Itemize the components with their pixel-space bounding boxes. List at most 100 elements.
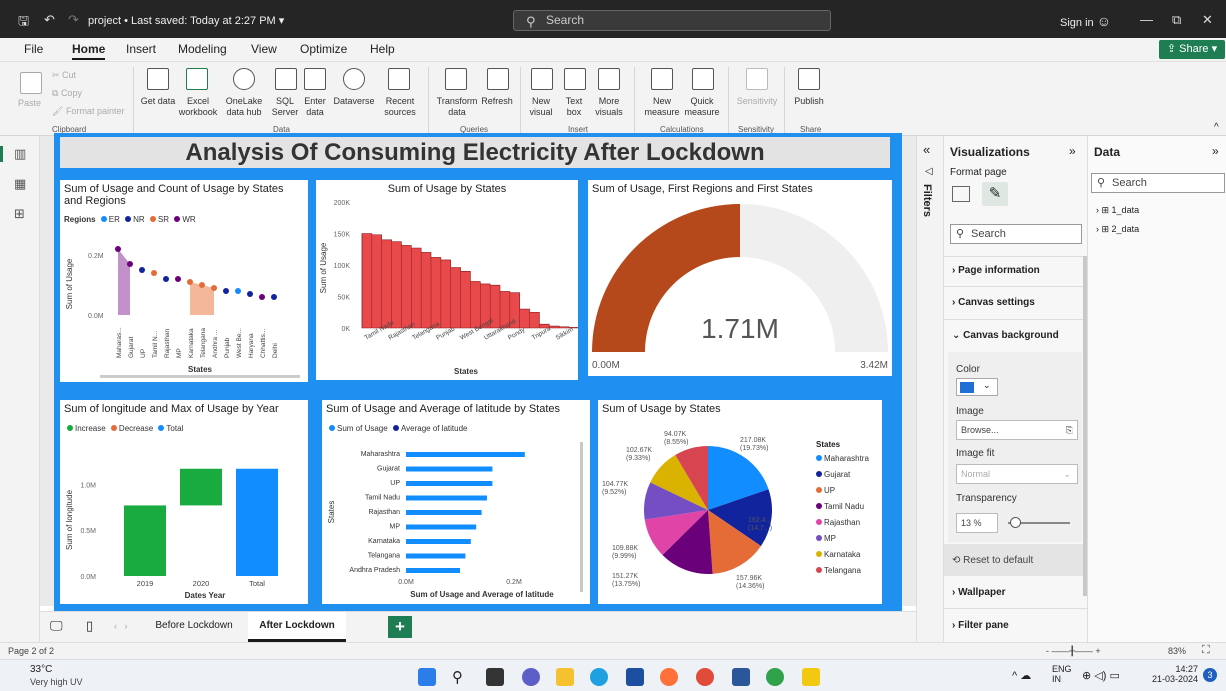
search-icon[interactable]: ⚲ xyxy=(452,668,470,686)
clock[interactable]: 14:27 21-03-2024 xyxy=(1150,664,1198,684)
network-volume-battery-icon[interactable]: ⊕ ◁) ▭ xyxy=(1082,669,1120,682)
chat-icon[interactable] xyxy=(522,668,540,686)
language-indicator[interactable]: ENG IN xyxy=(1052,664,1072,684)
visual-pie[interactable]: Sum of Usage by States 217.08K (19.73%) 16… xyxy=(598,400,882,604)
sql-server-button[interactable]: SQL Server xyxy=(268,96,302,118)
windows-start-icon[interactable] xyxy=(418,668,436,686)
cut-button[interactable]: ✂ Cut xyxy=(52,70,76,81)
data-search-input[interactable]: ⚲ Search xyxy=(1091,173,1225,193)
quick-measure-button[interactable]: Quick measure xyxy=(680,96,724,118)
publish-button[interactable]: Publish xyxy=(790,96,828,107)
expand-icon[interactable]: » xyxy=(1069,144,1076,158)
menu-optimize[interactable]: Optimize xyxy=(300,42,347,56)
scatter-point xyxy=(247,291,253,297)
new-measure-button[interactable]: New measure xyxy=(640,96,684,118)
menu-help[interactable]: Help xyxy=(370,42,395,56)
copy-button[interactable]: ⧉ Copy xyxy=(52,88,82,99)
paste-button[interactable]: Paste xyxy=(18,98,41,109)
slider-thumb[interactable] xyxy=(1010,517,1021,528)
visual-bar-latitude[interactable]: Sum of Usage and Average of latitude by … xyxy=(322,400,590,604)
transform-data-button[interactable]: Transform data xyxy=(434,96,480,118)
transparency-input[interactable]: 13 % xyxy=(956,513,998,533)
notification-badge[interactable]: 3 xyxy=(1203,668,1217,682)
format-brush-icon[interactable]: ✎ xyxy=(982,182,1008,206)
fit-page-icon[interactable]: ⛶ xyxy=(1202,644,1210,657)
powerbi-icon[interactable] xyxy=(802,668,820,686)
visual-waterfall[interactable]: Sum of longitude and Max of Usage by Yea… xyxy=(60,400,308,604)
tab-after-lockdown[interactable]: After Lockdown xyxy=(248,612,346,642)
refresh-button[interactable]: Refresh xyxy=(480,96,514,107)
new-visual-button[interactable]: New visual xyxy=(526,96,556,118)
edge-icon[interactable] xyxy=(590,668,608,686)
excel-workbook-button[interactable]: Excel workbook xyxy=(173,96,223,118)
reset-button[interactable]: ⟲ Reset to default xyxy=(952,555,1033,566)
y-tick-label: 0.0M xyxy=(80,574,96,581)
y-tick-label: Rajasthan xyxy=(368,509,400,516)
collapse-icon[interactable]: « xyxy=(923,142,930,157)
sign-in-button[interactable]: Sign in ☺ xyxy=(1060,13,1111,29)
redo-icon[interactable]: ↷ xyxy=(68,12,79,28)
dataverse-button[interactable]: Dataverse xyxy=(333,96,375,107)
restore-icon[interactable]: ⧉ xyxy=(1172,12,1181,28)
filters-pane-collapsed[interactable]: « ◁ Filters xyxy=(916,136,943,642)
section-page-information[interactable]: › Page information xyxy=(952,265,1040,276)
format-painter-button[interactable]: 🖌 Format painter xyxy=(52,106,124,117)
add-page-button[interactable]: + xyxy=(388,616,412,638)
word-icon[interactable] xyxy=(732,668,750,686)
legend-marker xyxy=(816,567,822,573)
project-title[interactable]: project • Last saved: Today at 2:27 PM ▾ xyxy=(88,14,284,27)
sensitivity-button[interactable]: Sensitivity xyxy=(734,96,780,107)
section-canvas-background[interactable]: ⌄ Canvas background xyxy=(952,330,1059,341)
table-view-icon[interactable]: ▦ xyxy=(14,176,28,191)
section-wallpaper[interactable]: › Wallpaper xyxy=(952,587,1006,598)
menu-modeling[interactable]: Modeling xyxy=(178,42,227,56)
section-filter-pane[interactable]: › Filter pane xyxy=(952,620,1009,631)
undo-icon[interactable]: ↶ xyxy=(44,12,55,28)
store-icon[interactable] xyxy=(626,668,644,686)
visual-gauge[interactable]: Sum of Usage, First Regions and First St… xyxy=(588,180,892,376)
text-box-button[interactable]: Text box xyxy=(560,96,588,118)
color-picker[interactable]: ⌄ xyxy=(956,378,998,396)
browse-button[interactable]: Browse... ⎘ xyxy=(956,420,1078,440)
y-tick-label: 0.0M xyxy=(88,313,104,320)
table-item[interactable]: › ⊞ 2_data xyxy=(1096,224,1139,235)
menu-insert[interactable]: Insert xyxy=(126,42,156,56)
expand-icon[interactable]: » xyxy=(1212,144,1219,158)
file-explorer-icon[interactable] xyxy=(556,668,574,686)
mobile-layout-icon[interactable]: ▯ xyxy=(86,618,93,634)
menu-home[interactable]: Home xyxy=(72,42,106,60)
visual-area-usage[interactable]: Sum of Usage by States 0K 50K 100K 150K 200K… xyxy=(316,180,578,380)
desktop-layout-icon[interactable]: 🖵 xyxy=(50,618,63,634)
visual-scatter-regions[interactable]: Sum of Usage and Count of Usage by State… xyxy=(60,180,308,382)
get-data-button[interactable]: Get data xyxy=(140,96,176,107)
build-visual-icon[interactable] xyxy=(952,186,970,202)
table-item[interactable]: › ⊞ 1_data xyxy=(1096,205,1139,216)
recent-sources-button[interactable]: Recent sources xyxy=(378,96,422,118)
more-visuals-button[interactable]: More visuals xyxy=(590,96,628,118)
minimize-icon[interactable]: — xyxy=(1140,12,1153,27)
app-icon[interactable] xyxy=(766,668,784,686)
onelake-button[interactable]: OneLake data hub xyxy=(222,96,266,118)
search-input[interactable]: ⚲ Search xyxy=(513,10,831,31)
model-view-icon[interactable]: ⊞ xyxy=(14,206,28,221)
menu-view[interactable]: View xyxy=(251,42,277,56)
close-icon[interactable]: ✕ xyxy=(1202,12,1213,28)
firefox-icon[interactable] xyxy=(660,668,678,686)
collapse-ribbon-icon[interactable]: ^ xyxy=(1214,122,1219,133)
menu-file[interactable]: File xyxy=(24,42,43,56)
zoom-slider[interactable]: - ——╂—— + xyxy=(1046,646,1101,657)
report-view-icon[interactable]: ▥ xyxy=(14,146,28,161)
tab-before-lockdown[interactable]: Before Lockdown xyxy=(146,612,242,642)
viz-search-input[interactable]: ⚲ Search xyxy=(950,224,1082,244)
x-tick-label: Andhra ... xyxy=(212,330,219,358)
image-fit-select[interactable]: Normal ⌄ xyxy=(956,464,1078,484)
legend-marker xyxy=(816,455,822,461)
enter-data-button[interactable]: Enter data xyxy=(300,96,330,118)
chrome-icon[interactable] xyxy=(696,668,714,686)
share-button[interactable]: ⇪ Share ▾ xyxy=(1159,40,1225,59)
scroll-arrows-icon[interactable]: ‹ › xyxy=(114,621,128,631)
save-icon[interactable]: 🖫 xyxy=(18,12,29,34)
task-view-icon[interactable] xyxy=(486,668,504,686)
tray-chevron-icon[interactable]: ^ ☁ xyxy=(1012,669,1031,682)
section-canvas-settings[interactable]: › Canvas settings xyxy=(952,297,1035,308)
